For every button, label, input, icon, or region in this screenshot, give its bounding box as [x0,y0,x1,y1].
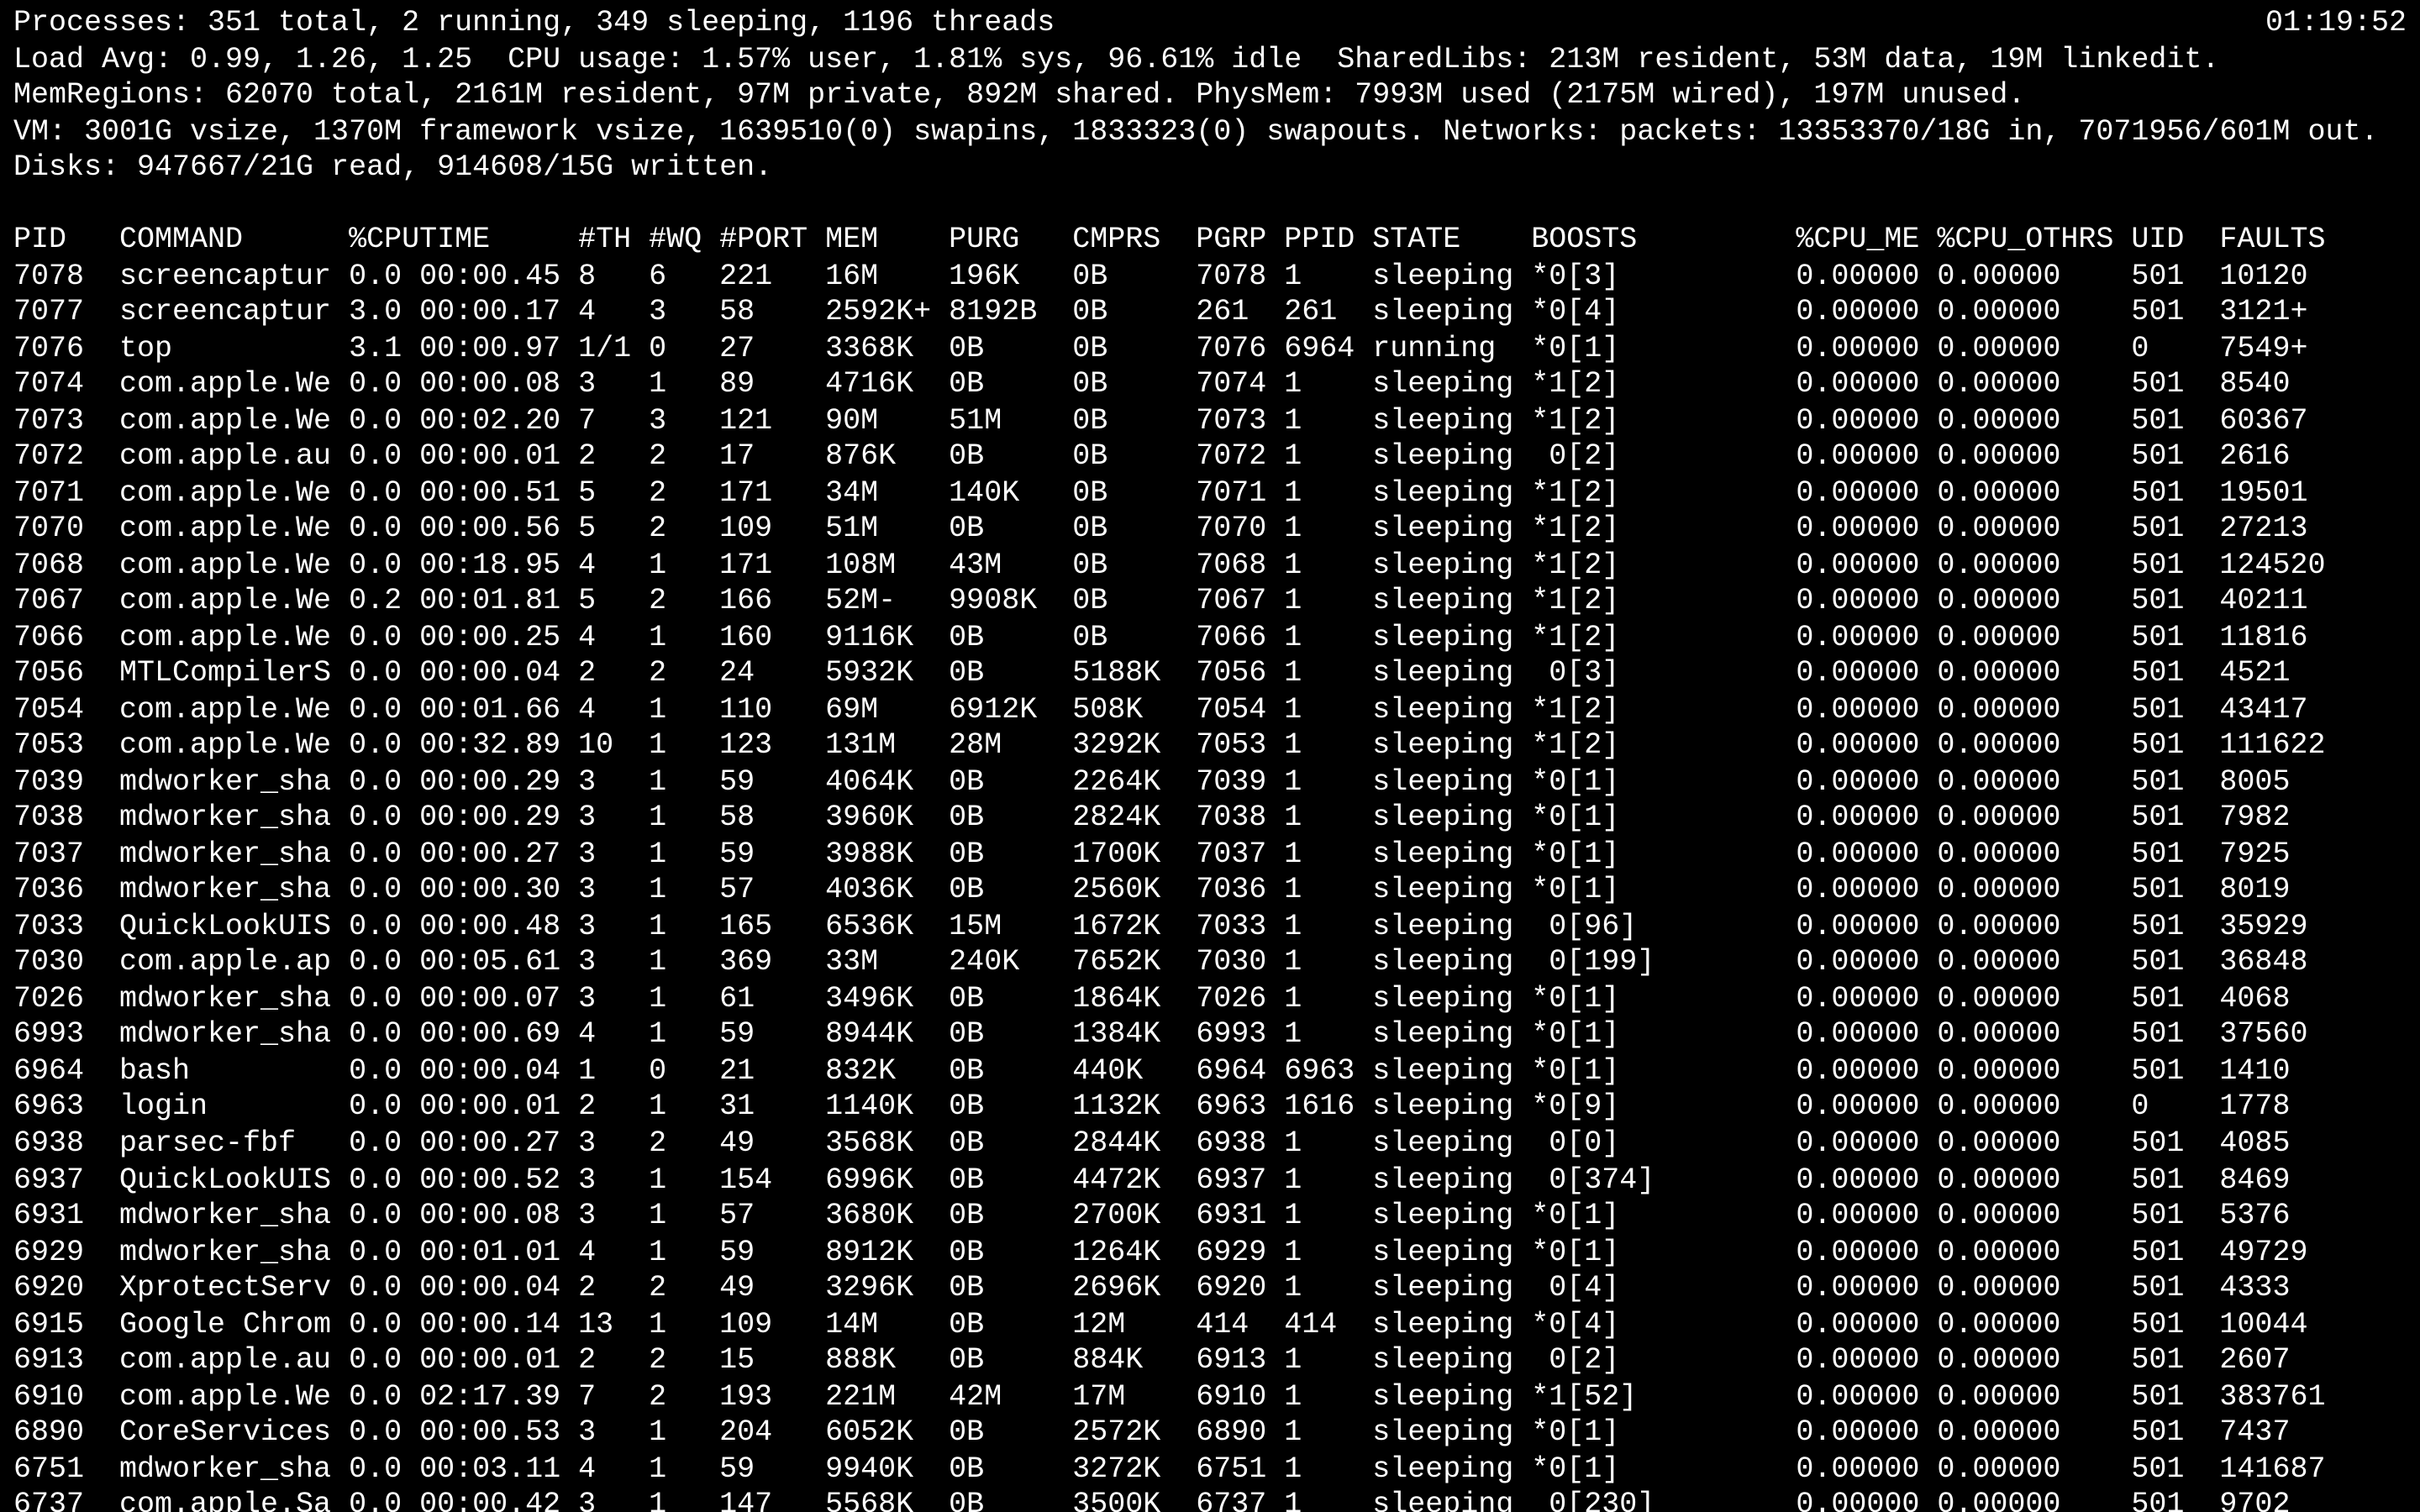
table-row: 7030 com.apple.ap 0.0 00:05.61 3 1 369 3… [13,947,2407,983]
table-row: 7054 com.apple.We 0.0 00:01.66 4 1 110 6… [13,694,2407,730]
table-row: 7067 com.apple.We 0.2 00:01.81 5 2 166 5… [13,585,2407,622]
header-disks: Disks: 947667/21G read, 914608/15G writt… [13,151,2407,187]
table-row: 6964 bash 0.0 00:00.04 1 0 21 832K 0B 44… [13,1055,2407,1091]
table-row: 7077 screencaptur 3.0 00:00.17 4 3 58 25… [13,296,2407,332]
table-row: 6929 mdworker_sha 0.0 00:01.01 4 1 59 89… [13,1236,2407,1272]
table-row: 7073 com.apple.We 0.0 00:02.20 7 3 121 9… [13,404,2407,440]
table-row: 6913 com.apple.au 0.0 00:00.01 2 2 15 88… [13,1344,2407,1380]
table-row: 6931 mdworker_sha 0.0 00:00.08 3 1 57 36… [13,1200,2407,1236]
table-row: 7072 com.apple.au 0.0 00:00.01 2 2 17 87… [13,440,2407,476]
header-vm-net: VM: 3001G vsize, 1370M framework vsize, … [13,115,2407,151]
table-row: 6920 XprotectServ 0.0 00:00.04 2 2 49 32… [13,1272,2407,1308]
blank-line [13,187,2407,223]
table-row: 7026 mdworker_sha 0.0 00:00.07 3 1 61 34… [13,983,2407,1019]
table-row: 6737 com.apple.Sa 0.0 00:00.42 3 1 147 5… [13,1488,2407,1512]
table-row: 7037 mdworker_sha 0.0 00:00.27 3 1 59 39… [13,838,2407,874]
table-row: 7076 top 3.1 00:00.97 1/1 0 27 3368K 0B … [13,332,2407,368]
table-row: 7038 mdworker_sha 0.0 00:00.29 3 1 58 39… [13,802,2407,838]
table-row: 6910 com.apple.We 0.0 02:17.39 7 2 193 2… [13,1380,2407,1416]
table-row: 6751 mdworker_sha 0.0 00:03.11 4 1 59 99… [13,1452,2407,1488]
table-row: 6963 login 0.0 00:00.01 2 1 31 1140K 0B … [13,1091,2407,1127]
header-memregions: MemRegions: 62070 total, 2161M resident,… [13,79,2407,115]
process-table: 7078 screencaptur 0.0 00:00.45 8 6 221 1… [13,260,2407,1512]
table-row: 6993 mdworker_sha 0.0 00:00.69 4 1 59 89… [13,1019,2407,1055]
table-row: 7074 com.apple.We 0.0 00:00.08 3 1 89 47… [13,368,2407,404]
terminal-screen[interactable]: 01:19:52 Processes: 351 total, 2 running… [0,0,2420,1512]
table-row: 7068 com.apple.We 0.0 00:18.95 4 1 171 1… [13,549,2407,585]
header-load-cpu: Load Avg: 0.99, 1.26, 1.25 CPU usage: 1.… [13,43,2407,79]
table-row: 6938 parsec-fbf 0.0 00:00.27 3 2 49 3568… [13,1127,2407,1163]
table-row: 7070 com.apple.We 0.0 00:00.56 5 2 109 5… [13,512,2407,549]
table-row: 7056 MTLCompilerS 0.0 00:00.04 2 2 24 59… [13,658,2407,694]
table-row: 6915 Google Chrom 0.0 00:00.14 13 1 109 … [13,1308,2407,1344]
column-headers: PID COMMAND %CPUTIME #TH #WQ #PORT MEM P… [13,223,2407,260]
table-row: 7071 com.apple.We 0.0 00:00.51 5 2 171 3… [13,476,2407,512]
table-row: 7033 QuickLookUIS 0.0 00:00.48 3 1 165 6… [13,911,2407,947]
header-processes: Processes: 351 total, 2 running, 349 sle… [13,7,2407,43]
table-row: 6937 QuickLookUIS 0.0 00:00.52 3 1 154 6… [13,1163,2407,1200]
table-row: 7039 mdworker_sha 0.0 00:00.29 3 1 59 40… [13,766,2407,802]
table-row: 6890 CoreServices 0.0 00:00.53 3 1 204 6… [13,1416,2407,1452]
table-row: 7053 com.apple.We 0.0 00:32.89 10 1 123 … [13,730,2407,766]
table-row: 7078 screencaptur 0.0 00:00.45 8 6 221 1… [13,260,2407,296]
clock: 01:19:52 [2265,7,2407,43]
table-row: 7036 mdworker_sha 0.0 00:00.30 3 1 57 40… [13,874,2407,911]
table-row: 7066 com.apple.We 0.0 00:00.25 4 1 160 9… [13,622,2407,658]
